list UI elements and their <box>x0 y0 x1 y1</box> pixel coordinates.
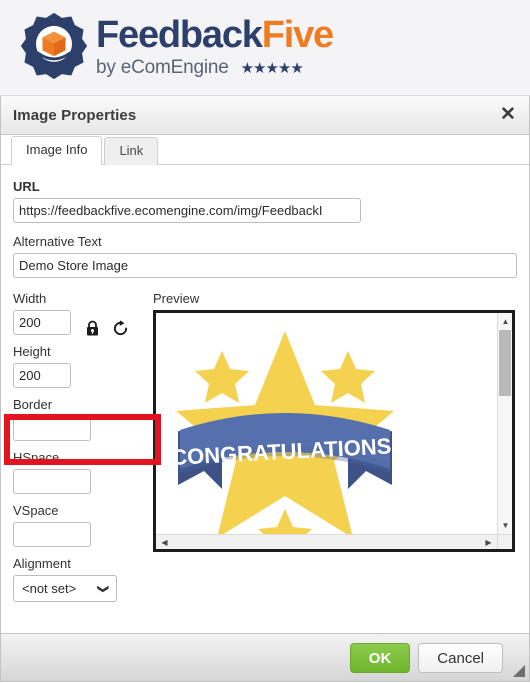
logo-lockup: FeedbackFive by eComEngine ★★★★★ <box>18 10 334 82</box>
vspace-input[interactable] <box>13 522 91 547</box>
logo-subrow: by eComEngine ★★★★★ <box>96 57 333 79</box>
logo-text-block: FeedbackFive by eComEngine ★★★★★ <box>96 10 334 79</box>
resize-grip-icon[interactable] <box>512 664 526 678</box>
height-input[interactable] <box>13 363 71 388</box>
brand-wordmark: FeedbackFive <box>96 14 334 56</box>
dialog-tabstrip: Image Info Link <box>1 135 529 165</box>
tab-link[interactable]: Link <box>104 137 159 165</box>
ratio-controls <box>81 317 141 339</box>
chevron-down-icon: ❯ <box>96 583 109 594</box>
dimensions-and-preview: Width Height <box>13 291 517 602</box>
preview-frame: CONGRATULATIONS! ▲ ▼ ◀ ▶ <box>153 310 515 552</box>
tab-image-info[interactable]: Image Info <box>11 136 103 165</box>
brand-tagline: by eComEngine <box>96 57 229 78</box>
scroll-left-arrow-icon[interactable]: ◀ <box>157 535 172 549</box>
wordmark-accent: Five <box>261 14 334 56</box>
alignment-select[interactable]: <not set> ❯ <box>13 575 117 602</box>
cancel-button[interactable]: Cancel <box>418 642 503 673</box>
preview-label: Preview <box>153 291 200 306</box>
dialog-title: Image Properties <box>13 106 137 124</box>
alt-text-label: Alternative Text <box>13 234 102 249</box>
dialog-titlebar[interactable]: Image Properties ✕ <box>1 96 529 135</box>
dimensions-column: Width Height <box>13 291 147 602</box>
url-input[interactable] <box>13 198 361 223</box>
hspace-label: HSpace <box>13 450 60 465</box>
brand-header: FeedbackFive by eComEngine ★★★★★ <box>0 0 530 96</box>
preview-canvas: CONGRATULATIONS! <box>156 313 497 534</box>
reset-size-icon[interactable] <box>109 317 131 339</box>
lock-ratio-icon[interactable] <box>81 317 103 339</box>
vertical-scroll-thumb[interactable] <box>499 330 511 396</box>
url-label: URL <box>13 179 40 194</box>
dialog-body: URL Alternative Text Width Height <box>1 165 529 633</box>
image-properties-dialog: Image Properties ✕ Image Info Link URL A… <box>0 96 530 682</box>
width-height-group: Width Height <box>13 291 147 388</box>
preview-column: Preview CONGRATULATIONS! ▲ ▼ ◀ ▶ <box>147 291 517 602</box>
gear-box-logo-icon <box>18 10 90 82</box>
alignment-label: Alignment <box>13 556 71 571</box>
alt-text-input[interactable] <box>13 253 517 278</box>
preview-horizontal-scrollbar[interactable]: ◀ ▶ <box>156 534 497 549</box>
scroll-right-arrow-icon[interactable]: ▶ <box>481 535 496 549</box>
height-label: Height <box>13 344 51 359</box>
five-stars-icon: ★★★★★ <box>240 59 304 77</box>
border-label: Border <box>13 397 53 412</box>
preview-image: CONGRATULATIONS! <box>171 331 399 534</box>
hspace-input[interactable] <box>13 469 91 494</box>
wordmark-primary: Feedback <box>96 14 263 56</box>
preview-vertical-scrollbar[interactable]: ▲ ▼ <box>497 313 512 534</box>
scrollbar-corner <box>497 534 512 549</box>
width-input[interactable] <box>13 310 71 335</box>
border-input[interactable] <box>13 416 91 441</box>
vspace-label: VSpace <box>13 503 59 518</box>
scroll-down-arrow-icon[interactable]: ▼ <box>498 518 512 533</box>
scroll-up-arrow-icon[interactable]: ▲ <box>498 314 512 329</box>
close-icon[interactable]: ✕ <box>497 104 519 126</box>
dialog-footer: OK Cancel <box>1 633 529 681</box>
ok-button[interactable]: OK <box>349 642 411 673</box>
alignment-value: <not set> <box>22 581 77 596</box>
width-label: Width <box>13 291 47 306</box>
